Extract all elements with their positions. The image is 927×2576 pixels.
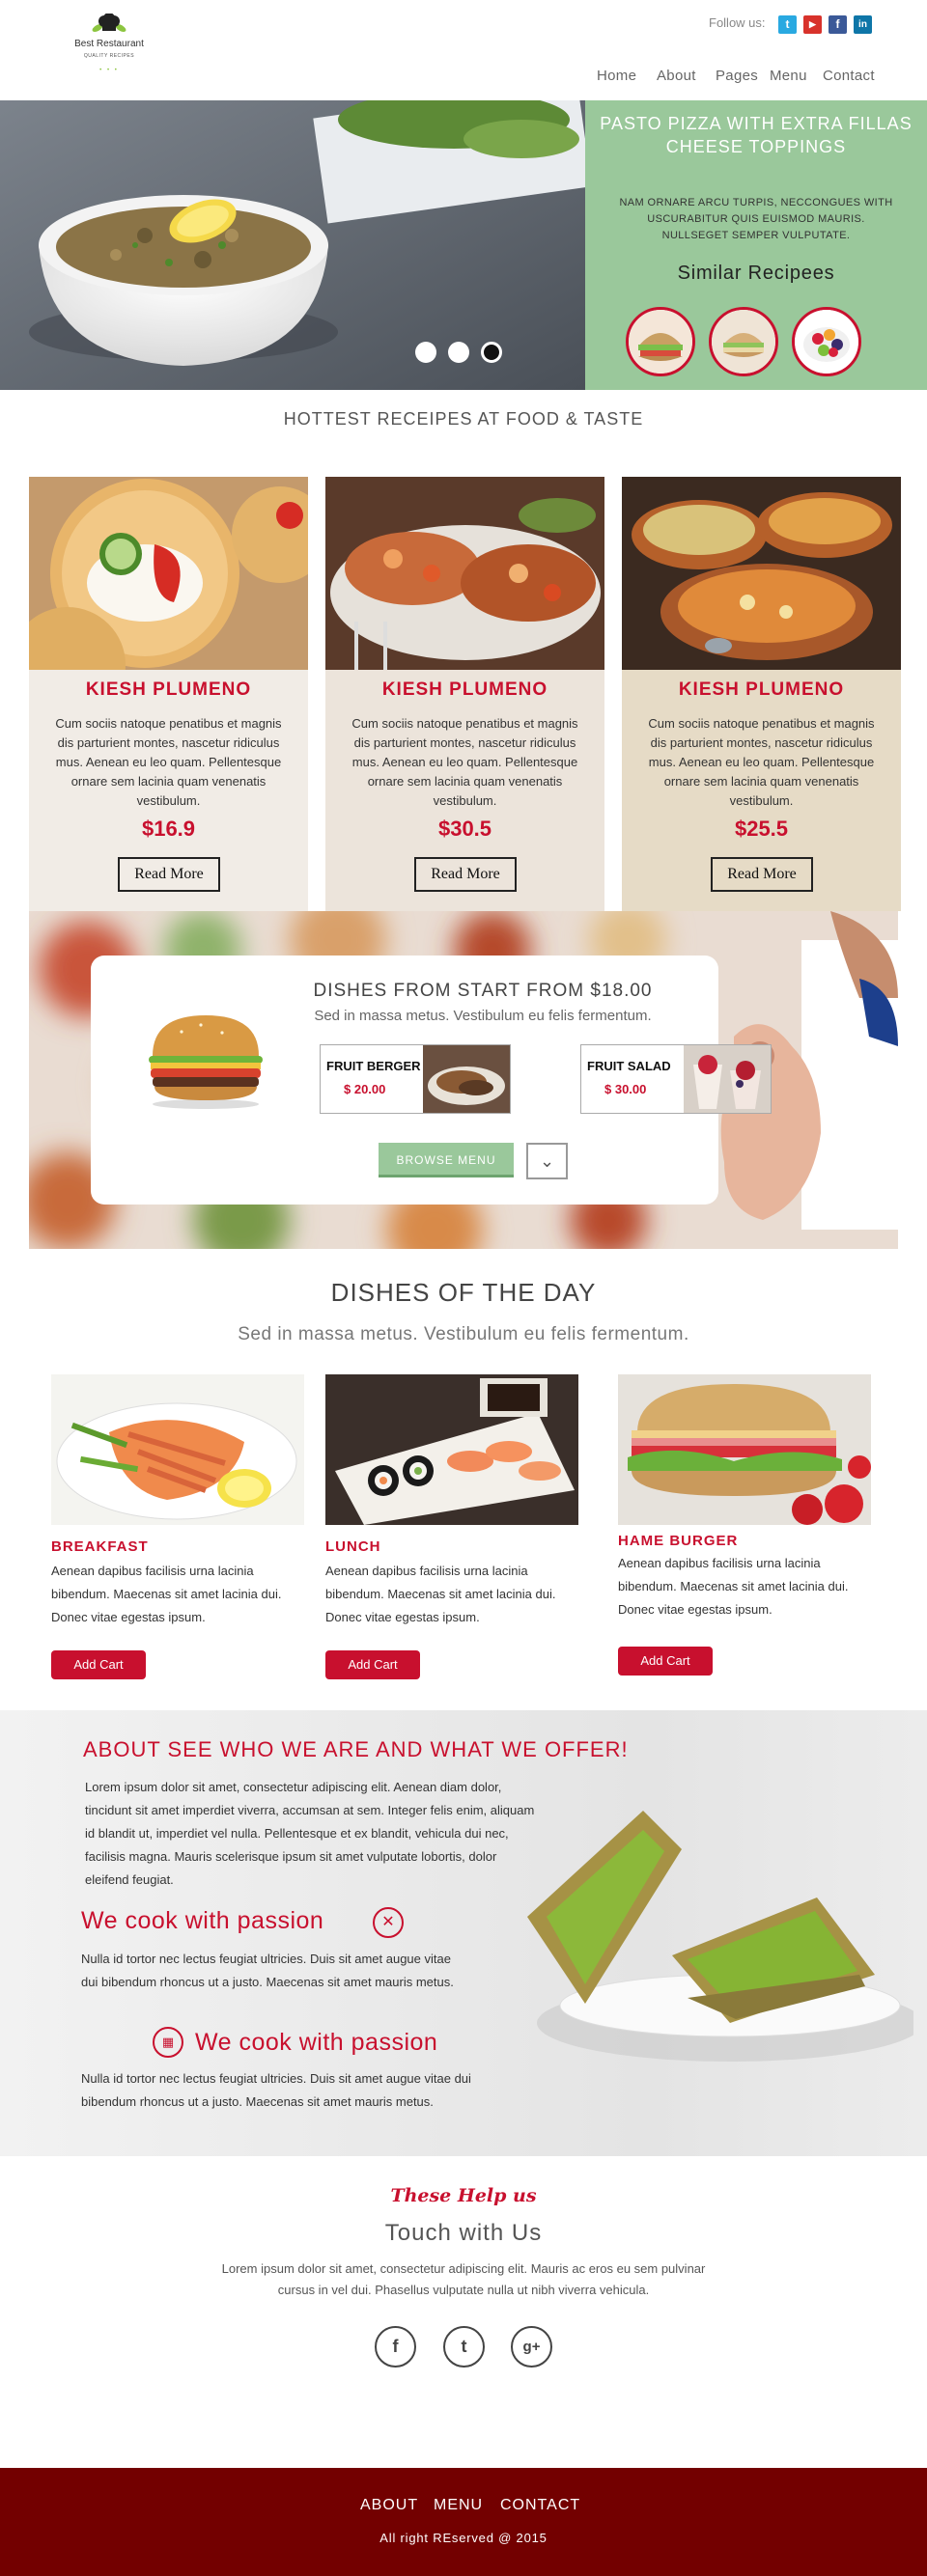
recipe-title: KIESH PLUMENO (381, 679, 548, 700)
follow-label: Follow us: (709, 15, 766, 30)
dish-image (325, 1374, 578, 1525)
dishes-day-subtitle: Sed in massa metus. Vestibulum eu felis … (238, 1324, 689, 1344)
cook-heading: We cook with passion (81, 1907, 324, 1934)
utensils-icon: ✕ (373, 1907, 404, 1938)
logo-dots: • • • (99, 68, 119, 73)
menu-item-price: $ 30.00 (604, 1082, 647, 1096)
recipe-card: KIESH PLUMENO Cum sociis natoque penatib… (622, 477, 901, 911)
hero-title: PASTO PIZZA WITH EXTRA FILLAS CHEESE TOP… (600, 114, 913, 156)
footer-link-menu[interactable]: MENU (434, 2497, 483, 2514)
recipe-title: KIESH PLUMENO (85, 679, 252, 700)
twitter-icon[interactable]: t (443, 2326, 485, 2368)
recipe-price: $16.9 (141, 817, 196, 841)
menu-item-card[interactable]: FRUIT SALAD $ 30.00 (580, 1044, 772, 1114)
hottest-heading: HOTTEST RECEIPES AT FOOD & TASTE (283, 409, 644, 429)
similar-heading: Similar Recipees (677, 263, 835, 284)
slider-dot-active[interactable] (481, 342, 502, 363)
recipe-text: Cum sociis natoque penatibus et magnis d… (55, 716, 282, 808)
dish-text: Aenean dapibus facilisis urna lacinia bi… (51, 1564, 282, 1624)
nav-about[interactable]: About (657, 68, 696, 84)
facebook-icon[interactable]: f (375, 2326, 416, 2368)
similar-recipe-thumb[interactable] (709, 307, 778, 376)
dish-text: Aenean dapibus facilisis urna lacinia bi… (325, 1564, 556, 1624)
footer-link-about[interactable]: ABOUT (360, 2497, 418, 2514)
recipe-card: KIESH PLUMENO Cum sociis natoque penatib… (29, 477, 308, 911)
dish-label: HAME BURGER (618, 1533, 739, 1549)
menu-item-name: FRUIT SALAD (587, 1059, 671, 1073)
youtube-icon[interactable]: ▶ (803, 15, 822, 34)
footer-copyright: All right REserved @ 2015 (379, 2531, 548, 2545)
burger-image (143, 1008, 268, 1110)
nav-contact[interactable]: Contact (823, 68, 875, 84)
twitter-icon[interactable]: t (778, 15, 797, 34)
dishes-day-title: DISHES OF THE DAY (330, 1278, 597, 1307)
about-title: ABOUT SEE WHO WE ARE AND WHAT WE OFFER! (83, 1737, 629, 1761)
recipe-title: KIESH PLUMENO (678, 679, 845, 700)
add-cart-button[interactable]: Add Cart (51, 1650, 146, 1679)
google-plus-icon[interactable]: g+ (511, 2326, 552, 2368)
calendar-icon: ▦ (153, 2027, 183, 2058)
nav-menu[interactable]: Menu (770, 68, 807, 84)
add-cart-button[interactable]: Add Cart (325, 1650, 420, 1679)
slider-dot[interactable] (448, 342, 469, 363)
similar-recipe-thumb[interactable] (792, 307, 861, 376)
about-text: Lorem ipsum dolor sit amet, consectetur … (85, 1780, 535, 1887)
recipe-text: Cum sociis natoque penatibus et magnis d… (351, 716, 578, 808)
sandwich-image (498, 1791, 923, 2081)
menu-item-card[interactable]: FRUIT BERGER $ 20.00 (320, 1044, 511, 1114)
recipe-price: $25.5 (734, 817, 789, 841)
page: Best Restaurant QUALITY RECIPES • • • Fo… (0, 0, 927, 2576)
cook-text: Nulla id tortor nec lectus feugiat ultri… (81, 1952, 454, 1989)
recipe-card: KIESH PLUMENO Cum sociis natoque penatib… (325, 477, 604, 911)
slider-dot[interactable] (415, 342, 436, 363)
similar-recipe-thumb[interactable] (626, 307, 695, 376)
browse-menu-button[interactable]: BROWSE MENU (379, 1143, 514, 1177)
footer (0, 2468, 927, 2576)
cook-text: Nulla id tortor nec lectus feugiat ultri… (81, 2071, 471, 2109)
nav-pages[interactable]: Pages (716, 68, 758, 84)
brand-name: Best Restaurant (74, 39, 144, 49)
dishes-band-subtitle: Sed in massa metus. Vestibulum eu felis … (314, 1008, 652, 1024)
brand-tagline: QUALITY RECIPES (83, 53, 135, 59)
contact-title: Touch with Us (384, 2220, 543, 2246)
read-more-button[interactable]: Read More (414, 857, 517, 892)
dish-text: Aenean dapibus facilisis urna lacinia bi… (618, 1556, 849, 1617)
menu-item-name: FRUIT BERGER (326, 1059, 421, 1073)
recipe-price: $30.5 (437, 817, 492, 841)
menu-item-image (684, 1045, 771, 1113)
recipe-image (29, 477, 308, 670)
chevron-down-icon[interactable]: ⌄ (526, 1143, 568, 1179)
menu-item-price: $ 20.00 (344, 1082, 386, 1096)
recipe-text: Cum sociis natoque penatibus et magnis d… (648, 716, 875, 808)
footer-link-contact[interactable]: CONTACT (500, 2497, 580, 2514)
recipe-image (325, 477, 604, 670)
hero-description: NAM ORNARE ARCU TURPIS, NECCONGUES WITH … (619, 197, 893, 241)
read-more-button[interactable]: Read More (711, 857, 813, 892)
cook-heading: We cook with passion (195, 2029, 438, 2056)
help-script-heading: These Help us (390, 2185, 537, 2206)
linkedin-icon[interactable]: in (854, 15, 872, 34)
menu-item-image (423, 1045, 510, 1113)
contact-text: Lorem ipsum dolor sit amet, consectetur … (221, 2261, 706, 2297)
dish-image (51, 1374, 304, 1525)
dish-label: BREAKFAST (51, 1538, 149, 1555)
chef-hat-icon (92, 14, 126, 32)
read-more-button[interactable]: Read More (118, 857, 220, 892)
logo[interactable]: Best Restaurant QUALITY RECIPES • • • (66, 14, 153, 81)
dish-image (618, 1374, 871, 1525)
dish-label: LUNCH (325, 1538, 381, 1555)
nav-home[interactable]: Home (597, 68, 636, 84)
recipe-image (622, 477, 901, 670)
add-cart-button[interactable]: Add Cart (618, 1647, 713, 1676)
facebook-icon[interactable]: f (829, 15, 847, 34)
dishes-band-title: DISHES FROM START FROM $18.00 (313, 981, 653, 1001)
